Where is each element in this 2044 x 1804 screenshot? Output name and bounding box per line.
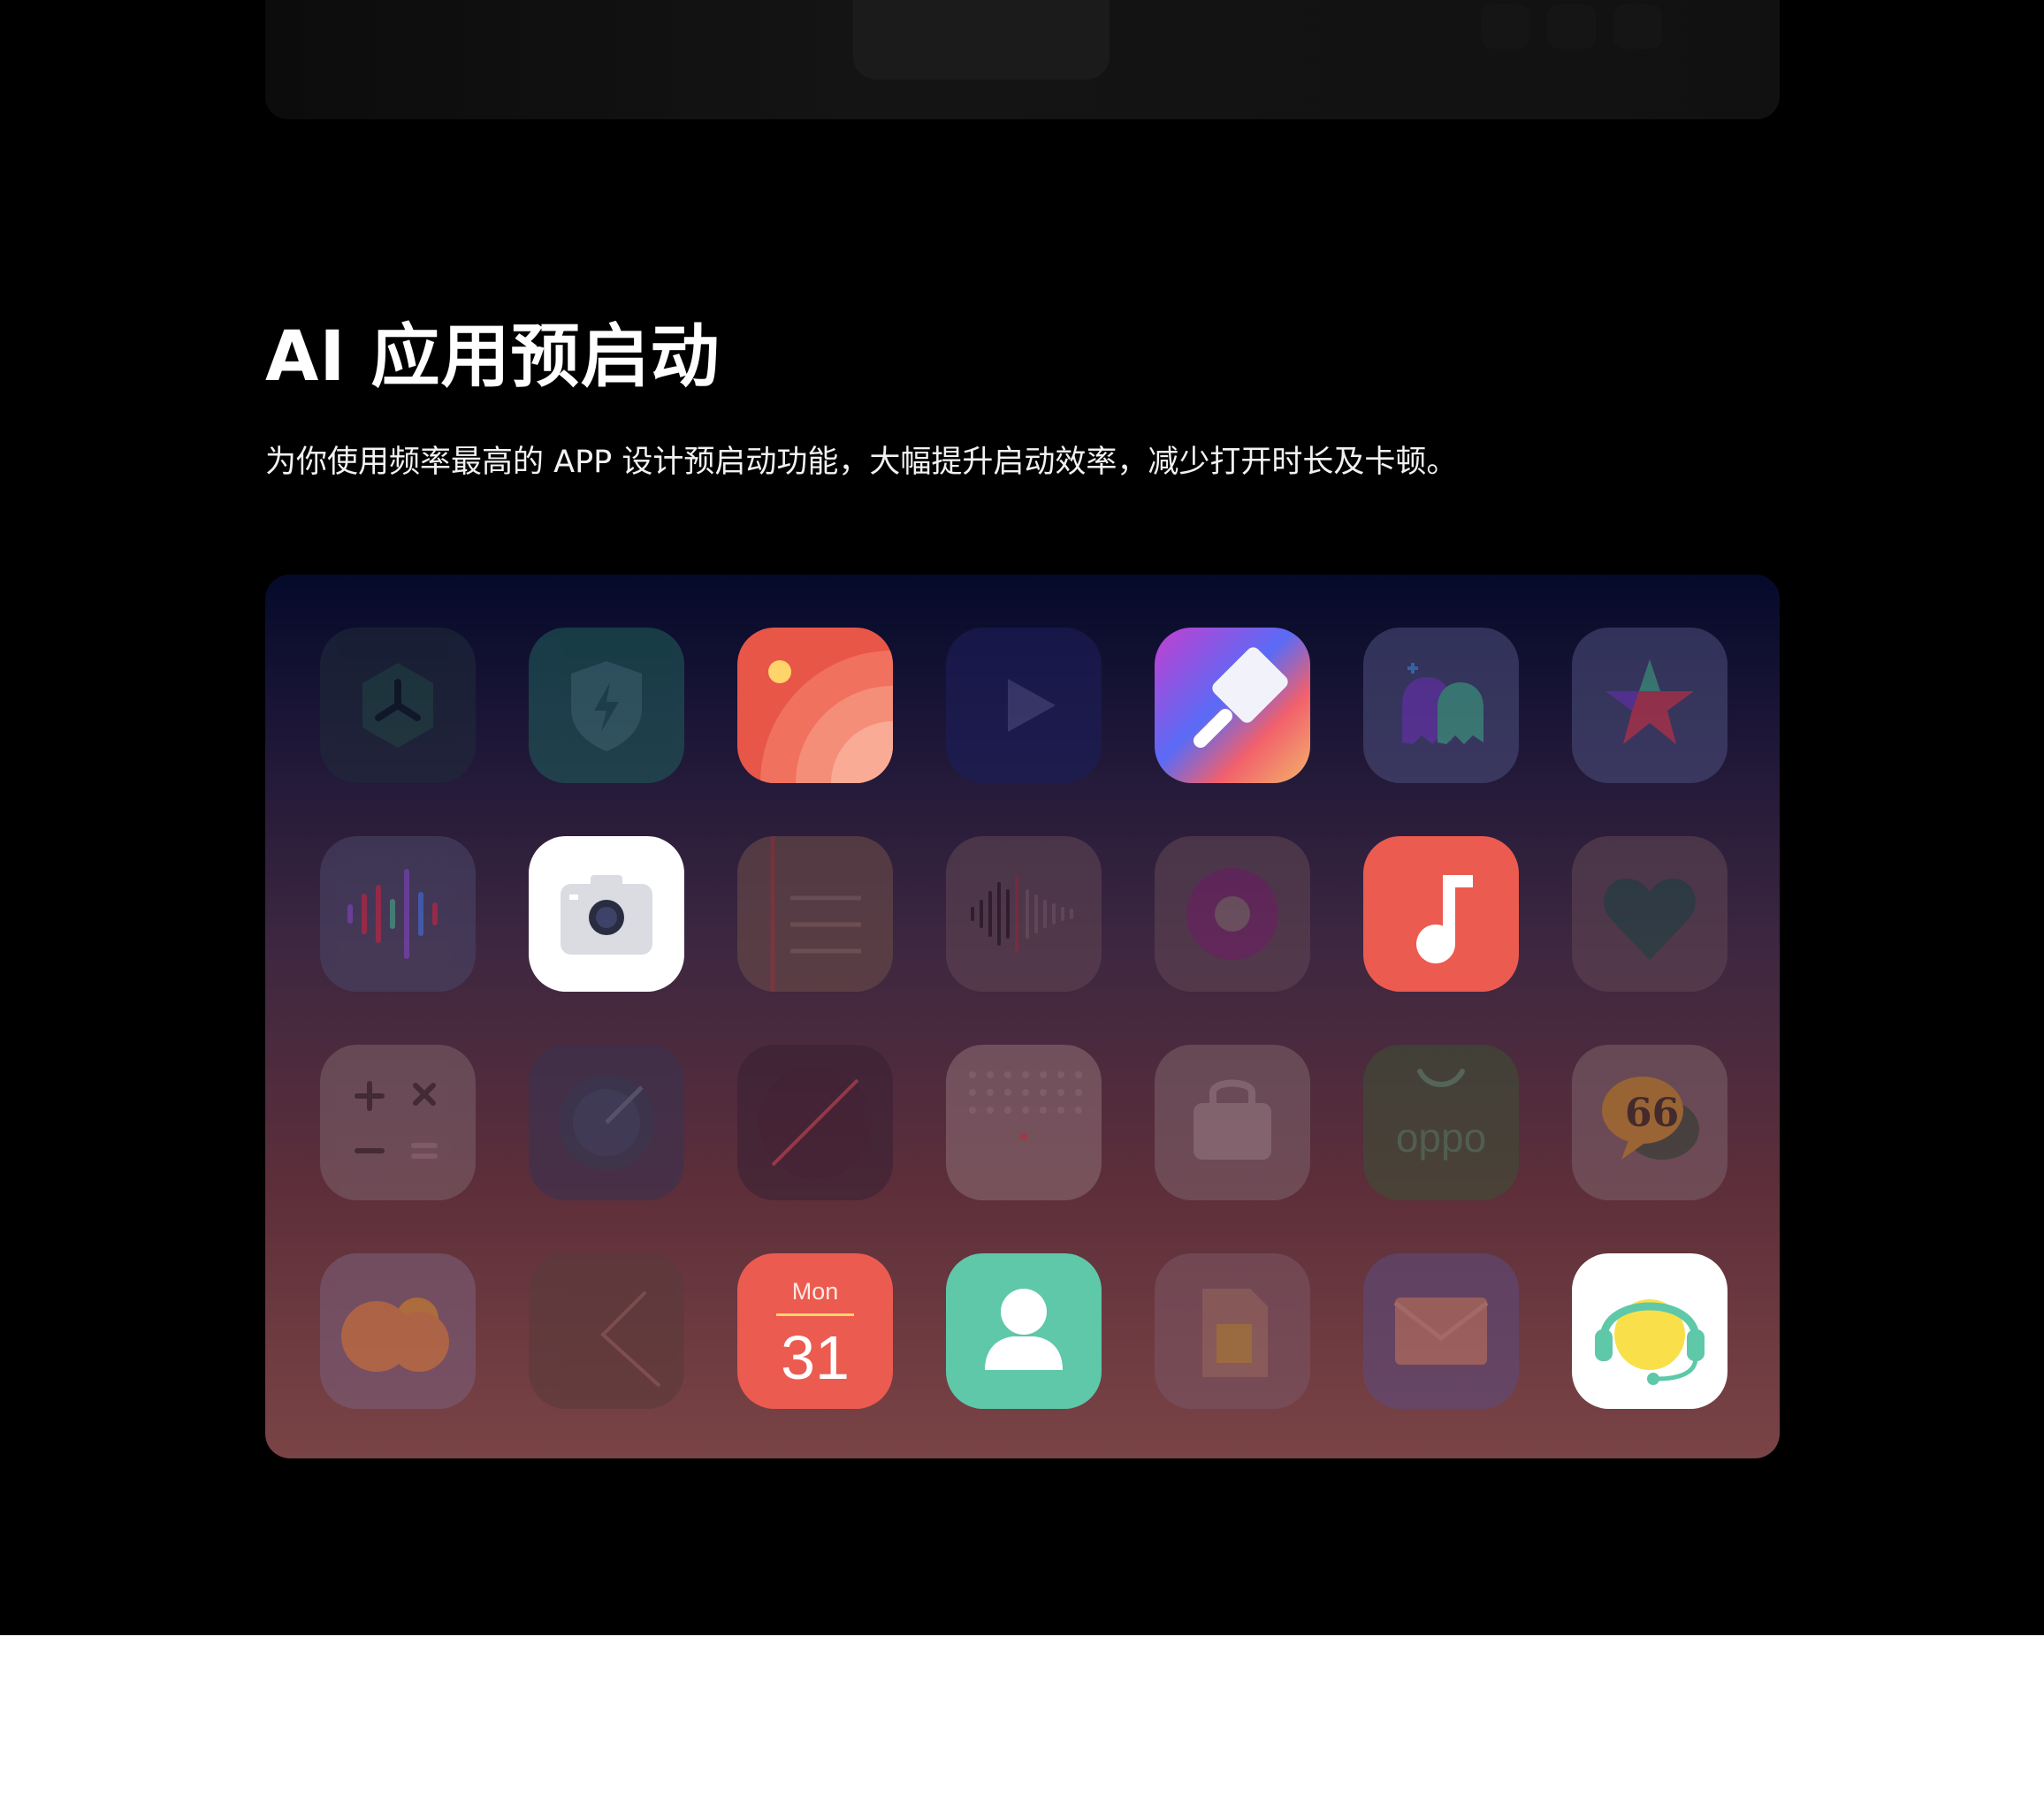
previous-feature-card <box>265 0 1780 119</box>
card-placeholder-icon <box>853 0 1110 80</box>
mail-icon[interactable] <box>1363 1253 1519 1409</box>
calendar-divider <box>776 1313 854 1316</box>
store-bag-icon[interactable] <box>1155 1045 1310 1200</box>
customer-service-icon[interactable] <box>1572 1253 1727 1409</box>
hexagon-fan-icon[interactable] <box>320 628 476 783</box>
voice-wave-icon[interactable] <box>320 836 476 992</box>
oppo-logo-text: oppo <box>1395 1115 1487 1161</box>
community-chat-icon[interactable]: 66 <box>1572 1045 1727 1200</box>
shield-bolt-icon[interactable] <box>529 628 684 783</box>
theme-brush-icon[interactable] <box>1155 628 1310 783</box>
gallery-icon[interactable] <box>737 628 893 783</box>
star-icon[interactable] <box>1572 628 1727 783</box>
calendar-icon[interactable]: Mon 31 <box>737 1253 893 1409</box>
card-placeholder-icon <box>1481 4 1529 49</box>
recorder-icon[interactable] <box>946 836 1102 992</box>
calendar-day-label: Mon <box>791 1278 839 1305</box>
camera-icon[interactable] <box>529 836 684 992</box>
card-placeholder-icon <box>1547 4 1596 49</box>
app-grid-panel: oppo 66 Mon 31 <box>265 575 1780 1458</box>
phone-dialpad-icon[interactable] <box>946 1045 1102 1200</box>
compass-icon[interactable] <box>529 1045 684 1200</box>
game-ghost-icon[interactable] <box>1363 628 1519 783</box>
oppo-shop-icon[interactable]: oppo <box>1363 1045 1519 1200</box>
notes-icon[interactable] <box>737 836 893 992</box>
video-play-icon[interactable] <box>946 628 1102 783</box>
page-footer-blank <box>0 1635 2044 1804</box>
back-arrow-icon[interactable] <box>529 1253 684 1409</box>
music-note-icon[interactable] <box>1363 836 1519 992</box>
section-description: 为你使用频率最高的 APP 设计预启动功能，大幅提升启动效率，减少打开时长及卡顿… <box>265 445 1458 480</box>
weather-icon[interactable] <box>320 1253 476 1409</box>
contacts-icon[interactable] <box>946 1253 1102 1409</box>
section-title: AI 应用预启动 <box>265 317 721 397</box>
sim-card-icon[interactable] <box>1155 1253 1310 1409</box>
card-placeholder-icon <box>1613 4 1662 49</box>
svg-text:66: 66 <box>1625 1091 1679 1136</box>
clock-icon[interactable] <box>737 1045 893 1200</box>
dark-section: AI 应用预启动 为你使用频率最高的 APP 设计预启动功能，大幅提升启动效率，… <box>0 0 2044 1635</box>
heart-health-icon[interactable] <box>1572 836 1727 992</box>
calculator-icon[interactable] <box>320 1045 476 1200</box>
music-disc-icon[interactable] <box>1155 836 1310 992</box>
calendar-date-number: 31 <box>781 1323 850 1392</box>
